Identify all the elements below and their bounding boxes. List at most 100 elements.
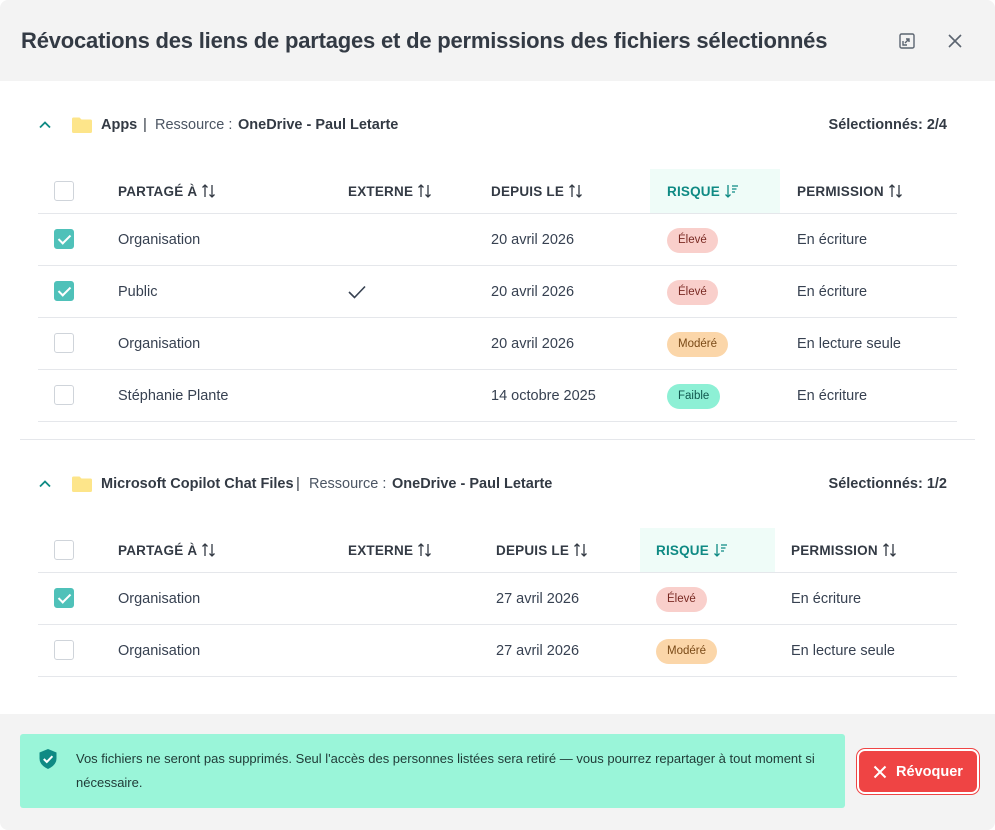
permission-cell: En écriture [797,284,868,300]
column-label: PARTAGÉ À [118,183,198,199]
select-all-checkbox[interactable] [54,540,74,560]
table-row[interactable]: Stéphanie Plante 14 octobre 2025 Faible … [38,370,957,422]
permission-cell: En lecture seule [797,336,901,352]
sort-icon [202,543,216,557]
section-header: Microsoft Copilot Chat Files | Ressource… [20,469,975,499]
sort-icon [569,184,583,198]
since-cell: 20 avril 2026 [491,232,575,248]
table-row[interactable]: Organisation 27 avril 2026 Élevé En écri… [38,573,957,625]
table-row[interactable]: Organisation 20 avril 2026 Modéré En lec… [38,318,957,370]
column-shared-to[interactable]: PARTAGÉ À [118,169,217,213]
row-checkbox[interactable] [54,385,74,405]
shield-check-icon [39,749,57,769]
column-label: RISQUE [667,183,720,199]
column-label: RISQUE [656,542,709,558]
row-checkbox[interactable] [54,588,74,608]
row-checkbox[interactable] [54,281,74,301]
risk-badge: Modéré [656,638,717,664]
table-row[interactable]: Organisation 20 avril 2026 Élevé En écri… [38,214,957,266]
permission-cell: En écriture [791,591,862,607]
sort-icon [418,543,432,557]
select-all-checkbox[interactable] [54,181,74,201]
column-permission[interactable]: PERMISSION [791,528,898,572]
risk-badge: Faible [667,383,721,409]
section-copilot-files: Microsoft Copilot Chat Files | Ressource… [20,469,975,689]
chevron-up-icon[interactable] [37,117,53,133]
shares-table: PARTAGÉ À EXTERNE DEPUIS LE RISQUE PERMI… [38,528,957,685]
dialog-footer: Vos fichiers ne seront pas supprimés. Se… [0,714,995,830]
resource-label: Ressource : [155,117,233,133]
column-external[interactable]: EXTERNE [348,528,433,572]
notice-text: Vos fichiers ne seront pas supprimés. Se… [76,751,815,790]
section-header: Apps | Ressource : OneDrive - Paul Letar… [20,110,975,140]
section-apps: Apps | Ressource : OneDrive - Paul Letar… [20,110,975,430]
revoke-button[interactable]: Révoquer [859,751,977,792]
revocation-dialog: Révocations des liens de partages et de … [0,0,995,830]
resource-label: Ressource : [309,476,387,492]
shared-to-cell: Public [118,284,158,300]
table-row[interactable]: Organisation 27 avril 2026 Modéré En lec… [38,625,957,677]
column-since[interactable]: DEPUIS LE [491,169,584,213]
column-shared-to[interactable]: PARTAGÉ À [118,528,217,572]
chevron-up-icon[interactable] [37,476,53,492]
resource-value: OneDrive - Paul Letarte [392,476,553,492]
section-separator: | [143,116,147,133]
permission-cell: En écriture [797,388,868,404]
column-since[interactable]: DEPUIS LE [496,528,589,572]
sort-icon [574,543,588,557]
selected-count: Sélectionnés: 2/4 [828,117,947,133]
column-permission[interactable]: PERMISSION [797,169,904,213]
dialog-header: Révocations des liens de partages et de … [0,0,995,81]
column-risk[interactable]: RISQUE [640,528,775,572]
shared-to-cell: Organisation [118,591,201,607]
since-cell: 27 avril 2026 [496,643,580,659]
section-name: Apps [101,117,138,133]
expand-icon [899,33,915,49]
table-row[interactable]: Public 20 avril 2026 Élevé En écriture [38,266,957,318]
shared-to-cell: Organisation [118,336,201,352]
folder-icon [72,476,92,492]
revoke-label: Révoquer [896,763,963,780]
row-checkbox[interactable] [54,640,74,660]
section-separator: | [296,475,300,492]
column-label: PERMISSION [797,183,884,199]
column-label: DEPUIS LE [491,183,565,199]
section-name: Microsoft Copilot Chat Files [101,476,294,492]
section-divider [20,439,975,440]
row-checkbox[interactable] [54,333,74,353]
permission-cell: En lecture seule [791,643,895,659]
table-header: PARTAGÉ À EXTERNE DEPUIS LE RISQUE PERMI… [38,169,957,214]
close-button[interactable] [942,28,968,54]
close-icon [873,765,887,778]
permission-cell: En écriture [797,232,868,248]
column-label: DEPUIS LE [496,542,570,558]
sort-icon [418,184,432,198]
risk-badge: Élevé [667,227,718,253]
column-label: EXTERNE [348,183,414,199]
sort-desc-icon [714,544,727,557]
external-check-icon [348,285,366,299]
risk-badge: Modéré [667,331,728,357]
shares-table: PARTAGÉ À EXTERNE DEPUIS LE RISQUE PERMI… [38,169,957,431]
column-external[interactable]: EXTERNE [348,169,433,213]
folder-icon [72,117,92,133]
sort-icon [882,543,896,557]
shared-to-cell: Stéphanie Plante [118,388,229,404]
since-cell: 14 octobre 2025 [491,388,596,404]
shared-to-cell: Organisation [118,232,201,248]
column-label: EXTERNE [348,542,414,558]
since-cell: 20 avril 2026 [491,284,575,300]
dialog-title: Révocations des liens de partages et de … [21,28,828,53]
risk-badge: Élevé [656,586,707,612]
selected-count: Sélectionnés: 1/2 [828,476,947,492]
close-icon [948,34,962,48]
row-checkbox[interactable] [54,229,74,249]
sort-desc-icon [725,185,738,198]
column-label: PERMISSION [791,542,878,558]
sort-icon [202,184,216,198]
column-label: PARTAGÉ À [118,542,198,558]
column-risk[interactable]: RISQUE [650,169,780,213]
since-cell: 27 avril 2026 [496,591,580,607]
shared-to-cell: Organisation [118,643,201,659]
expand-button[interactable] [894,28,920,54]
